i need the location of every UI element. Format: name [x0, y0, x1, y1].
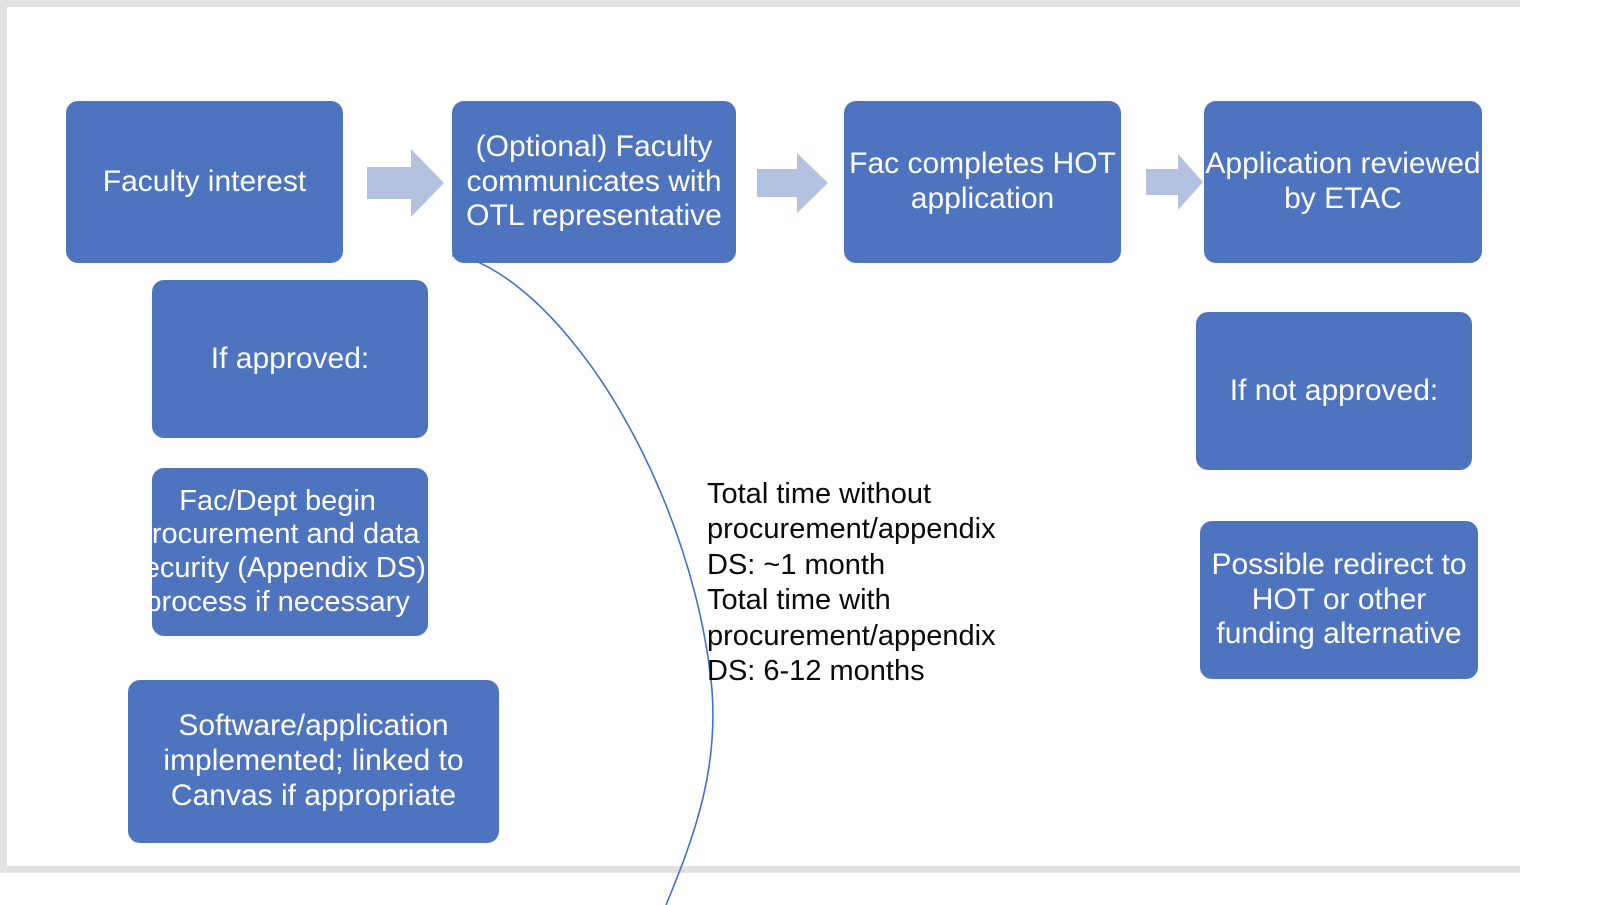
page-frame-bottom: [0, 866, 1520, 873]
page-frame-top: [0, 0, 1520, 7]
flow-box-redirect[interactable]: Possible redirect to HOT or other fundin…: [1200, 521, 1478, 679]
flow-box-faculty-interest[interactable]: Faculty interest: [66, 101, 343, 263]
flow-box-label: (Optional) Faculty communicates with OTL…: [466, 129, 722, 233]
flow-box-otl-communication[interactable]: (Optional) Faculty communicates with OTL…: [452, 101, 736, 263]
flow-box-label: Fac completes HOT application: [849, 147, 1116, 215]
page-frame-left: [0, 0, 7, 872]
flow-box-procurement[interactable]: Fac/Dept begin procurement and data secu…: [129, 468, 428, 636]
flow-box-label: Faculty interest: [102, 164, 307, 198]
flow-box-label: If approved:: [210, 341, 370, 375]
flow-box-label: Application reviewed by ETAC: [1205, 147, 1481, 215]
flow-box-label: Possible redirect to HOT or other fundin…: [1211, 547, 1467, 651]
flow-box-if-approved[interactable]: If approved:: [152, 280, 428, 438]
flow-box-label: Fac/Dept begin procurement and data secu…: [129, 484, 426, 618]
flow-box-label: If not approved:: [1229, 373, 1439, 407]
arrow-right-icon-2: [757, 152, 829, 214]
timing-note: Total time without procurement/appendix …: [707, 478, 996, 687]
flow-box-if-not-approved[interactable]: If not approved:: [1196, 312, 1472, 470]
slide-canvas: Faculty interest (Optional) Faculty comm…: [0, 0, 1600, 905]
flow-box-etac-review[interactable]: Application reviewed by ETAC: [1204, 101, 1482, 263]
flow-box-label: Software/application implemented; linked…: [163, 709, 464, 812]
arrow-right-icon-3: [1146, 153, 1204, 211]
flow-box-hot-application[interactable]: Fac completes HOT application: [844, 101, 1121, 263]
arrow-right-icon-1: [367, 147, 445, 219]
flow-box-implemented[interactable]: Software/application implemented; linked…: [128, 680, 499, 843]
